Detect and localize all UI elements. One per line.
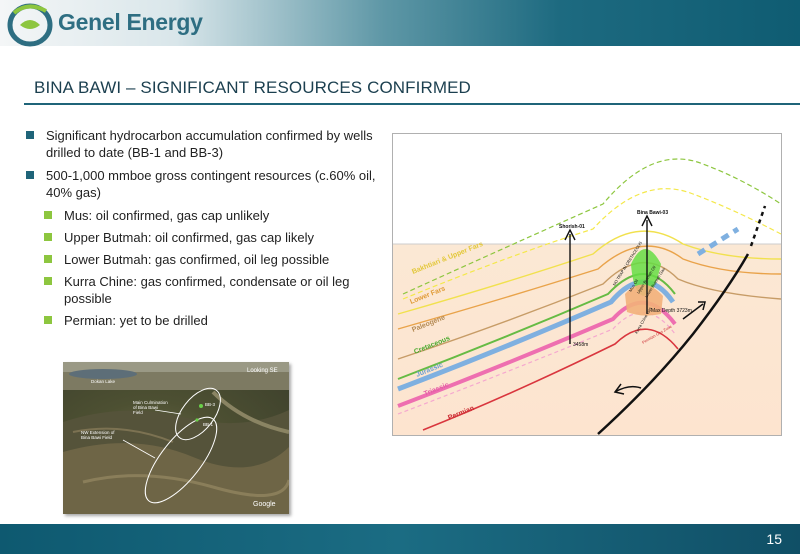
page-number: 15: [766, 531, 782, 547]
well-right-td: Max Depth 3723m: [651, 308, 692, 314]
bullet-item: 500-1,000 mmboe gross contingent resourc…: [24, 167, 384, 201]
bullet-square-icon: [44, 233, 52, 241]
map-main-culmination-label: Main Culmination of Bina Bawi Field: [133, 400, 168, 415]
bullet-square-icon: [44, 255, 52, 263]
well-left-label: Shorish-01: [559, 224, 585, 230]
brand-name: Genel Energy: [58, 9, 203, 35]
footer-band: 15: [0, 524, 800, 554]
bullet-square-icon: [26, 131, 34, 139]
well-right-label: Bina Bawi-03: [637, 210, 668, 216]
slide-title: BINA BAWI – SIGNIFICANT RESOURCES CONFIR…: [34, 78, 471, 97]
geological-cross-section: Bakhtiari & Upper Fars Lower Fars Paleog…: [392, 133, 782, 436]
sub-bullet-item: Lower Butmah: gas confirmed, oil leg pos…: [24, 251, 384, 268]
map-view-label: Looking SE: [247, 368, 278, 374]
genel-logo-icon: [7, 3, 53, 47]
map-bb1-label: BB-1: [203, 422, 214, 427]
bullet-square-icon: [44, 277, 52, 285]
bullet-square-icon: [44, 316, 52, 324]
bullet-square-icon: [44, 211, 52, 219]
map-watermark: Google: [253, 501, 276, 508]
cross-section-diagram: Bakhtiari & Upper Fars Lower Fars Paleog…: [393, 134, 782, 435]
bullet-square-icon: [26, 171, 34, 179]
sub-bullet-item: Mus: oil confirmed, gas cap unlikely: [24, 207, 384, 224]
map-bb3-label: BB-3: [205, 402, 216, 407]
title-divider: [24, 103, 800, 105]
map-lake-label: Dokan Lake: [91, 379, 116, 384]
well-left-td: 3458m: [573, 342, 588, 348]
map-nw-extension-label: NW Extension of Bina Bawi Field: [81, 430, 115, 440]
bullet-item: Significant hydrocarbon accumulation con…: [24, 127, 384, 161]
sub-bullet-item: Permian: yet to be drilled: [24, 312, 384, 329]
sub-bullet-item: Kurra Chine: gas confirmed, condensate o…: [24, 273, 384, 307]
sub-bullet-item: Upper Butmah: oil confirmed, gas cap lik…: [24, 229, 384, 246]
bullet-list: Significant hydrocarbon accumulation con…: [24, 127, 384, 334]
satellite-map-image: Looking SE Dokan Lake Main Culmination o…: [63, 362, 289, 514]
